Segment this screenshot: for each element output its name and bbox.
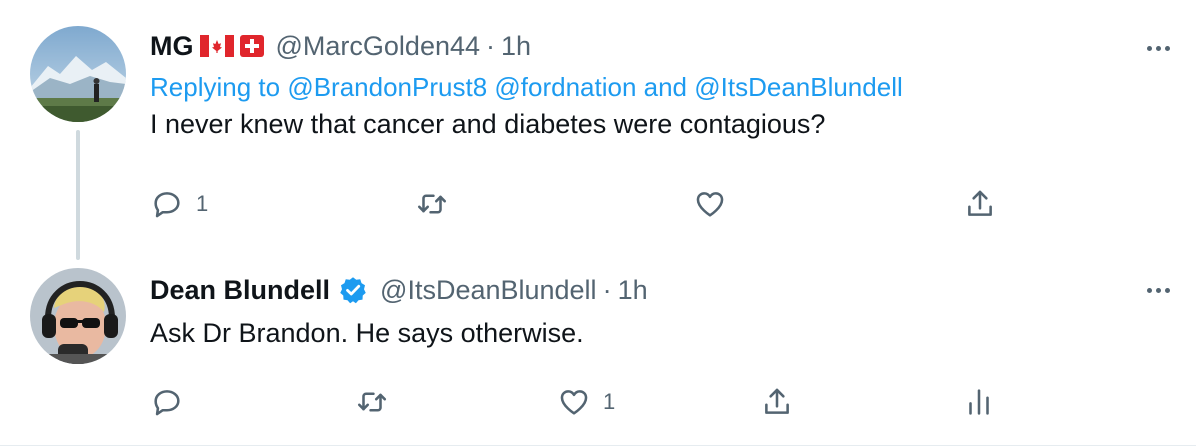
replying-label: Replying to [150,72,281,102]
handle[interactable]: @ItsDeanBlundell [380,275,597,306]
verified-icon [340,277,366,304]
display-name[interactable]: MG [150,31,194,62]
tweet-actions: 1 [150,382,1166,422]
retweet-button[interactable] [355,382,401,422]
tweet-body: MG @MarcGolden44 · 1h Replying to @Brand… [150,28,1166,140]
tweet-text: Ask Dr Brandon. He says otherwise. [150,318,584,348]
canada-flag-icon [199,35,234,57]
share-icon [765,388,789,414]
analytics-icon [969,389,989,415]
avatar-deanblundell[interactable] [30,268,126,364]
handle[interactable]: @MarcGolden44 [276,31,481,62]
analytics-button[interactable] [962,382,996,422]
like-button[interactable] [693,184,739,224]
timestamp[interactable]: 1h [618,275,648,306]
retweet-icon [357,392,387,412]
separator-dot: · [486,30,496,61]
like-icon [560,390,588,415]
tweet-marcgolden[interactable]: MG @MarcGolden44 · 1h Replying to @Brand… [0,0,1196,260]
thread: MG @MarcGolden44 · 1h Replying to @Brand… [0,0,1196,446]
tweet-actions: 1 [150,184,1166,224]
like-button[interactable]: 1 [557,382,615,422]
reply-button[interactable]: 1 [150,184,208,224]
retweet-icon [417,194,447,214]
share-button[interactable] [963,184,997,224]
reply-count: 1 [196,191,209,216]
tweet-header: MG @MarcGolden44 · 1h [150,28,1166,64]
replying-to: Replying to @BrandonPrust8 @fordnation a… [150,72,1166,103]
swiss-flag-icon [239,35,264,57]
reply-icon [154,192,180,218]
tweet-body: Dean Blundell @ItsDeanBlundell · 1h Ask … [150,272,1166,349]
share-icon [968,190,992,216]
reply-icon [154,390,180,416]
timestamp[interactable]: 1h [501,31,531,62]
more-icon[interactable] [1138,280,1178,300]
thread-connector [76,130,80,260]
replying-handles[interactable]: @BrandonPrust8 @fordnation and @ItsDeanB… [287,72,902,102]
tweet-text: I never knew that cancer and diabetes we… [150,109,826,139]
avatar-marcgolden[interactable] [30,26,126,122]
display-name[interactable]: Dean Blundell [150,275,330,306]
like-count: 1 [603,389,616,414]
tweet-deanblundell[interactable]: Dean Blundell @ItsDeanBlundell · 1h Ask … [0,250,1196,446]
share-button[interactable] [760,382,794,422]
like-icon [696,192,724,217]
reply-button[interactable] [150,382,196,422]
more-icon[interactable] [1138,38,1178,58]
tweet-header: Dean Blundell @ItsDeanBlundell · 1h [150,272,1166,308]
retweet-button[interactable] [415,184,461,224]
separator-dot: · [602,274,612,305]
